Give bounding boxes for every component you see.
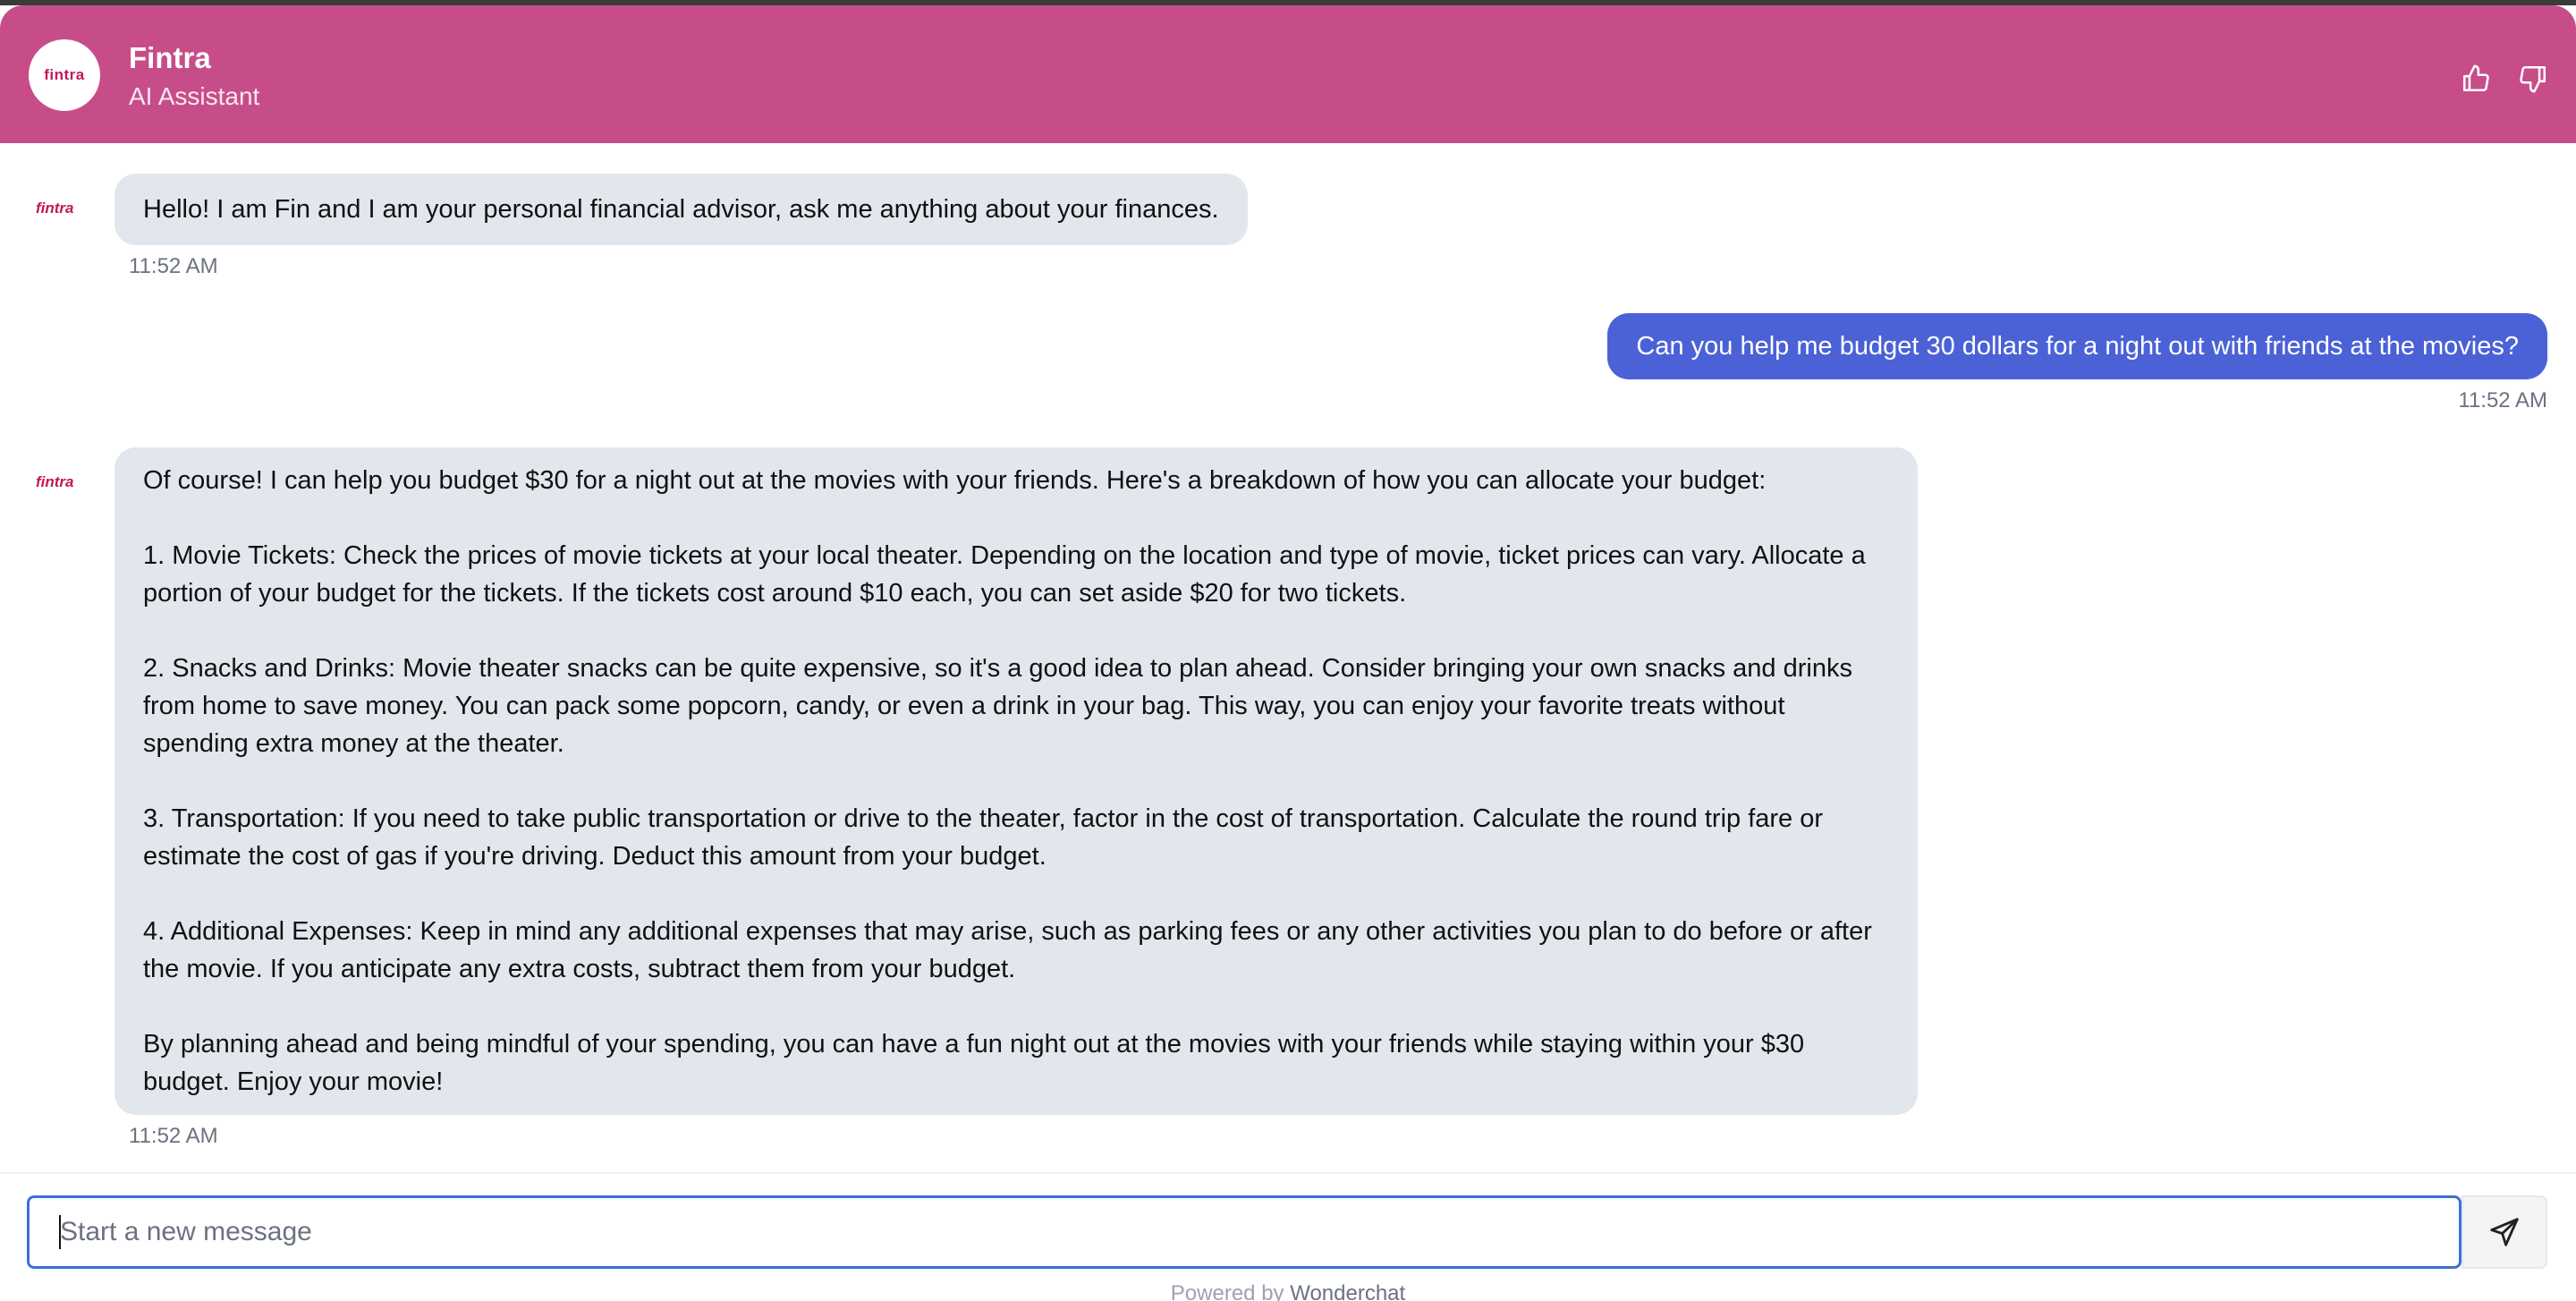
logo-text: fintra	[44, 66, 85, 83]
bot-avatar: fintra	[36, 200, 74, 217]
chat-header: fintra Fintra AI Assistant	[0, 5, 2576, 143]
message-timestamp: 11:52 AM	[129, 1124, 218, 1148]
thumbs-up-button[interactable]	[2458, 61, 2494, 97]
message-paragraph: 4. Additional Expenses: Keep in mind any…	[143, 917, 1872, 983]
thumbs-down-button[interactable]	[2515, 61, 2551, 97]
message-input[interactable]	[27, 1195, 2462, 1269]
message-paragraph: By planning ahead and being mindful of y…	[143, 1030, 1805, 1096]
bot-message-bubble: Of course! I can help you budget $30 for…	[114, 447, 1918, 1115]
thumbs-down-icon	[2520, 65, 2546, 93]
message-text: Can you help me budget 30 dollars for a …	[1636, 332, 2519, 361]
message-thread[interactable]: fintra Hello! I am Fin and I am your per…	[0, 143, 2576, 1172]
message-timestamp: 11:52 AM	[2458, 388, 2547, 412]
bot-avatar: fintra	[36, 473, 74, 490]
powered-by-label: Powered by	[1170, 1281, 1284, 1301]
message-timestamp: 11:52 AM	[129, 254, 218, 278]
bot-message-bubble: Hello! I am Fin and I am your personal f…	[114, 174, 1248, 245]
message-paragraph: Of course! I can help you budget $30 for…	[143, 466, 1767, 495]
assistant-name: Fintra	[129, 41, 211, 74]
fintra-logo-avatar: fintra	[29, 39, 100, 111]
send-icon	[2490, 1218, 2519, 1246]
powered-by-brand-link[interactable]: Wonderchat	[1290, 1281, 1405, 1301]
thumbs-up-icon	[2462, 64, 2489, 92]
message-paragraph: 2. Snacks and Drinks: Movie theater snac…	[143, 654, 1852, 758]
text-caret	[59, 1215, 61, 1249]
send-button[interactable]	[2462, 1195, 2547, 1269]
composer-divider	[0, 1172, 2576, 1174]
message-paragraph: 3. Transportation: If you need to take p…	[143, 804, 1824, 871]
message-text: Hello! I am Fin and I am your personal f…	[143, 195, 1219, 224]
powered-by-footer: Powered by Wonderchat	[0, 1281, 2576, 1301]
assistant-subtitle: AI Assistant	[129, 82, 260, 110]
message-paragraph: 1. Movie Tickets: Check the prices of mo…	[143, 541, 1866, 608]
user-message-bubble: Can you help me budget 30 dollars for a …	[1607, 313, 2547, 379]
